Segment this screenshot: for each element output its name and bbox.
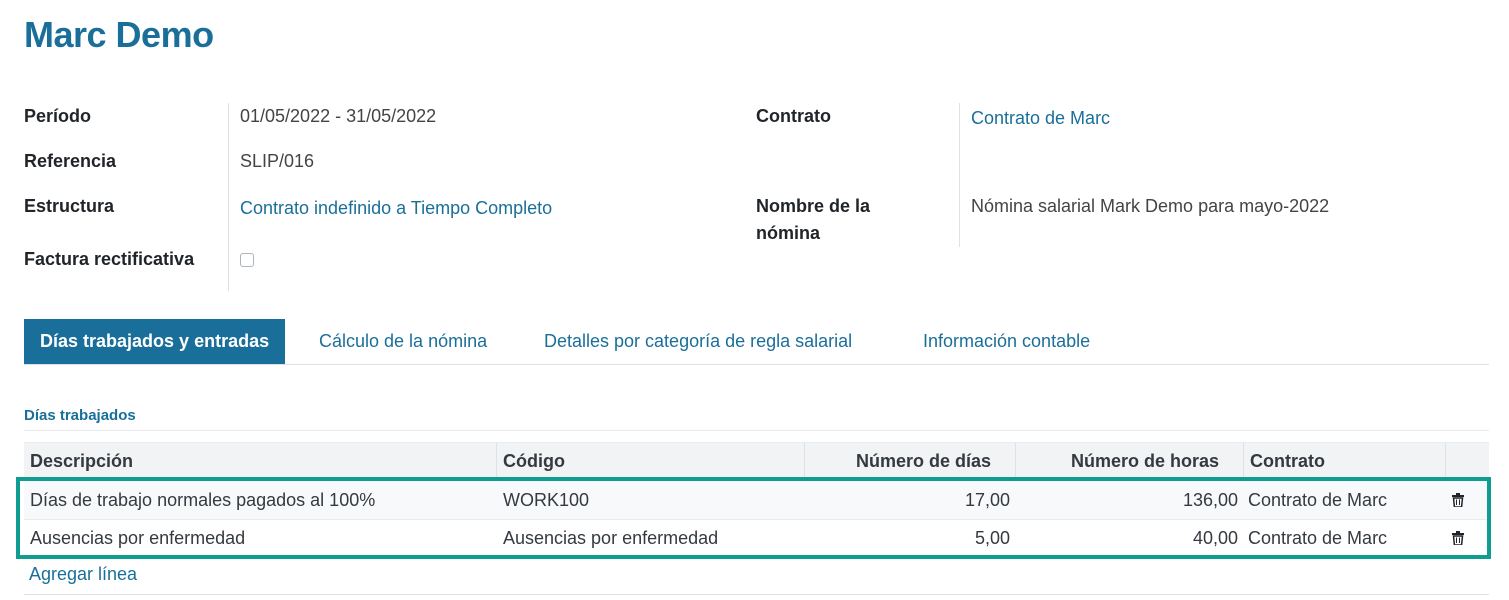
referencia-label: Referencia [24, 151, 117, 171]
referencia-value[interactable]: SLIP/016 [240, 148, 314, 175]
table-row[interactable]: Días de trabajo normales pagados al 100%… [24, 481, 1489, 520]
cell-dias[interactable]: 5,00 [805, 519, 1016, 557]
section-title: Días trabajados [24, 407, 136, 424]
estructura-link[interactable]: Contrato indefinido a Tiempo Completo [240, 195, 552, 222]
estructura-label: Estructura [24, 196, 115, 216]
column-header-actions [1446, 443, 1489, 479]
cell-codigo[interactable]: WORK100 [497, 481, 805, 519]
column-header-dias[interactable]: Número de días [805, 443, 1016, 479]
column-header-contrato[interactable]: Contrato [1244, 443, 1446, 479]
cell-contrato[interactable]: Contrato de Marc [1242, 481, 1444, 519]
contrato-label: Contrato [756, 106, 831, 126]
cell-horas[interactable]: 40,00 [1016, 519, 1244, 557]
field-separator [959, 103, 960, 247]
contrato-link[interactable]: Contrato de Marc [971, 105, 1110, 132]
section-divider [24, 430, 1489, 431]
tab-detalles-categoria[interactable]: Detalles por categoría de regla salarial [544, 319, 852, 363]
periodo-value[interactable]: 01/05/2022 - 31/05/2022 [240, 103, 436, 130]
table-header: Descripción Código Número de días Número… [24, 442, 1489, 480]
nombre-nomina-label-line2: nómina [756, 223, 821, 243]
table-bottom-divider [24, 594, 1489, 595]
tab-dias-trabajados[interactable]: Días trabajados y entradas [24, 319, 286, 364]
cell-descripcion[interactable]: Ausencias por enfermedad [24, 519, 497, 557]
column-header-codigo[interactable]: Código [497, 443, 805, 479]
trash-icon[interactable] [1452, 531, 1464, 545]
nombre-nomina-value[interactable]: Nómina salarial Mark Demo para mayo-2022 [971, 193, 1329, 220]
periodo-label: Período [24, 106, 92, 126]
cell-codigo[interactable]: Ausencias por enfermedad [497, 519, 805, 557]
column-header-horas[interactable]: Número de horas [1016, 443, 1244, 479]
notebook-tabs: Días trabajados y entradas Cálculo de la… [24, 319, 1489, 365]
add-line-link[interactable]: Agregar línea [29, 564, 137, 585]
tab-calculo-nomina[interactable]: Cálculo de la nómina [319, 319, 487, 363]
page-title: Marc Demo [24, 14, 214, 55]
trash-icon[interactable] [1452, 493, 1464, 507]
cell-contrato[interactable]: Contrato de Marc [1242, 519, 1444, 557]
factura-rectificativa-label: Factura rectificativa [24, 249, 195, 269]
column-header-descripcion[interactable]: Descripción [24, 443, 497, 479]
cell-descripcion[interactable]: Días de trabajo normales pagados al 100% [24, 481, 497, 519]
field-separator [228, 103, 229, 291]
table-row[interactable]: Ausencias por enfermedad Ausencias por e… [24, 519, 1489, 558]
cell-dias[interactable]: 17,00 [805, 481, 1016, 519]
factura-rectificativa-checkbox[interactable] [240, 253, 254, 267]
nombre-nomina-label-line1: Nombre de la [756, 196, 871, 216]
cell-horas[interactable]: 136,00 [1016, 481, 1244, 519]
tab-informacion-contable[interactable]: Información contable [923, 319, 1090, 363]
